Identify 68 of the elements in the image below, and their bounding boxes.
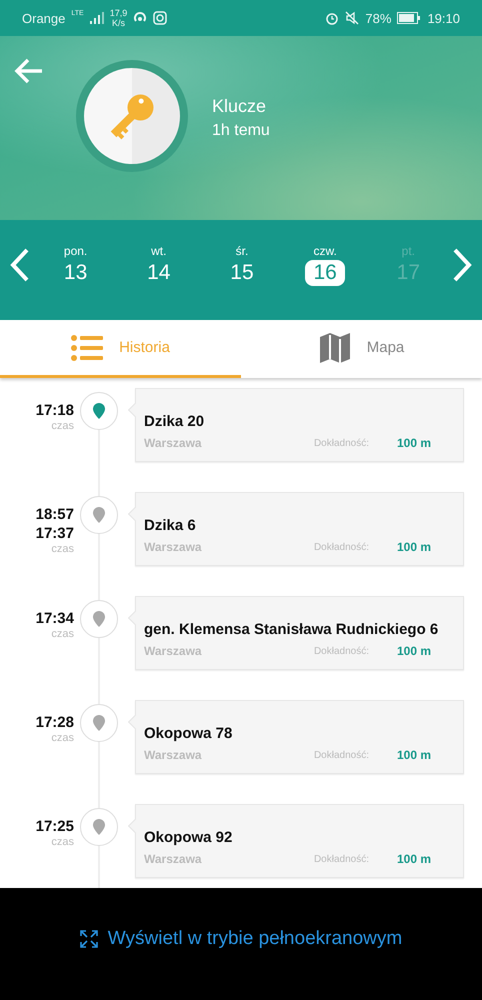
map-icon [318,332,351,364]
clock-time: 19:10 [427,10,460,26]
accuracy-label: Dokładność: [314,854,369,864]
time-text: 17:28 [36,713,74,732]
pin-icon [92,819,106,835]
day-number[interactable]: 16 [305,260,345,286]
timeline-node[interactable] [80,496,118,534]
day-name: pt. [402,244,416,258]
accuracy-value: 100 m [396,436,431,450]
time-label: czas [51,836,74,848]
battery-icon [397,12,422,24]
day-number[interactable]: 13 [56,260,96,286]
accuracy-label: Dokładność: [314,646,369,656]
pin-icon [92,403,106,419]
signal-icon [90,12,104,24]
speed-unit: K/s [112,18,125,28]
accuracy-label: Dokładność: [314,438,369,448]
time-text: 18:57 [36,505,74,524]
address-text: Okopowa 92 [144,829,234,846]
tab[interactable]: Historia [0,320,241,378]
address-text: Dzika 6 [144,517,197,534]
timeline-node[interactable] [80,600,118,638]
time-label: czas [51,732,74,744]
accuracy-value: 100 m [396,852,431,866]
carrier-name: Orange [22,10,66,26]
accuracy-value: 100 m [396,748,431,762]
address-text: Dzika 20 [144,413,206,430]
fullscreen-link[interactable]: Wyświetl w trybie pełnoekranowym [80,928,402,950]
accuracy-value: 100 m [396,540,431,554]
camera-icon [153,11,168,25]
city-text: Warszawa [144,436,203,450]
fullscreen-icon [80,930,98,948]
alarm-icon [325,11,340,25]
day-number[interactable]: 15 [222,260,262,286]
timeline-node[interactable] [80,704,118,742]
city-text: Warszawa [144,644,203,658]
mute-icon [345,11,360,25]
timeline-node[interactable] [80,808,118,846]
address-text: gen. Klemensa Stanisława Rudnickiego 6 [144,621,440,638]
day-name: czw. [313,244,337,258]
accuracy-value: 100 m [396,644,431,658]
accuracy-label: Dokładność: [314,750,369,760]
battery-percent: 78% [365,10,392,26]
device-name: Klucze [212,96,268,117]
tab[interactable]: Mapa [241,320,482,378]
city-text: Warszawa [144,748,203,762]
city-text: Warszawa [144,852,203,866]
accuracy-label: Dokładność: [314,542,369,552]
city-text: Warszawa [144,540,203,554]
day-name: śr. [236,244,248,258]
timeline-node[interactable] [80,392,118,430]
time-text: 17:37 [36,524,74,543]
time-label: czas [51,628,74,640]
address-text: Okopowa 78 [144,725,234,742]
pin-icon [92,507,106,523]
day-number[interactable]: 14 [139,260,178,286]
list-icon [71,334,104,360]
last-seen: 1h temu [212,122,270,140]
day-name: pon. [64,244,88,258]
time-label: czas [51,420,74,432]
time-text: 17:18 [36,401,74,420]
day-name: wt. [151,244,166,258]
pin-icon [92,611,106,627]
pin-icon [92,715,106,731]
time-label: czas [51,543,74,555]
time-text: 17:25 [36,817,74,836]
speed-value: 17,9 [110,8,128,18]
time-text: 17:34 [36,609,74,628]
